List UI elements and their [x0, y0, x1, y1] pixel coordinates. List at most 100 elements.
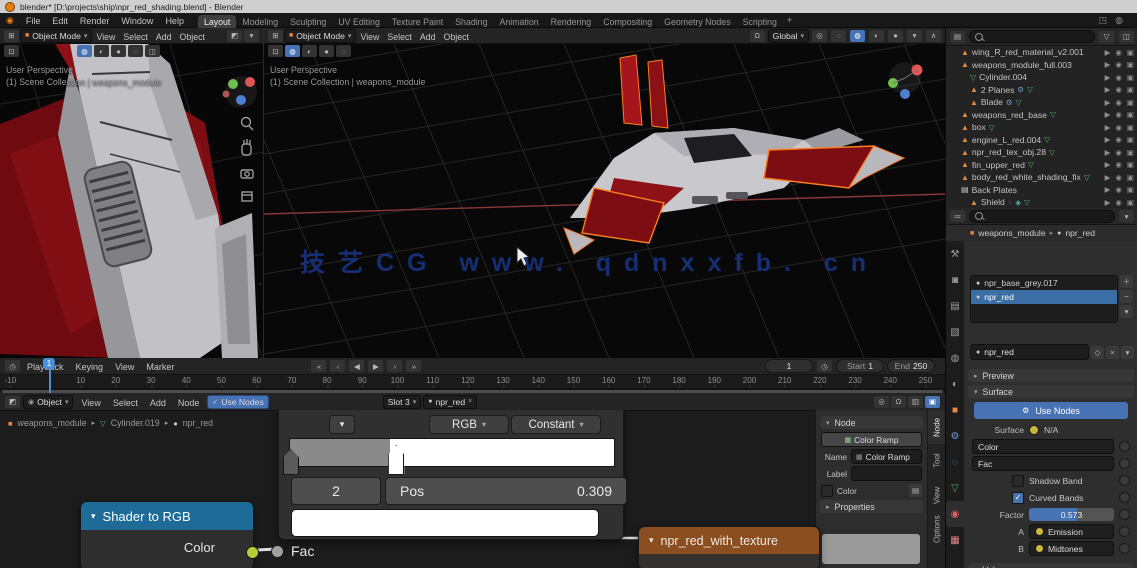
remove-slot-button[interactable]: −	[1120, 290, 1133, 303]
snap-icon[interactable]: Ω	[891, 395, 906, 408]
colorramp-interpolation-dropdown[interactable]: Constant ▾	[511, 415, 601, 434]
eye-icon[interactable]: ◉	[1115, 148, 1122, 157]
proportional-edit-icon[interactable]: ◎	[812, 29, 827, 42]
fac-socket[interactable]	[271, 544, 284, 558]
outliner-search-input[interactable]	[969, 30, 1095, 43]
animate-dot[interactable]	[1119, 475, 1130, 486]
animate-dot[interactable]	[1119, 441, 1130, 452]
colorramp-tools-dropdown[interactable]: ▾	[329, 415, 355, 434]
group-node[interactable]: ▾ npr_red_with_texture	[638, 526, 820, 568]
timeline-menu[interactable]: Marker	[146, 362, 174, 372]
shading-material-icon[interactable]: ◐	[869, 29, 884, 42]
eye-icon[interactable]: ◉	[1115, 198, 1122, 207]
curved-bands-checkbox[interactable]: ✓	[1012, 491, 1024, 504]
breadcrumb-object[interactable]: weapons_module	[978, 228, 1045, 238]
colorramp-fac-input[interactable]: Fac	[271, 543, 314, 559]
eye-icon[interactable]: ◉	[1115, 160, 1122, 169]
shading-solid-icon[interactable]: ◍	[77, 45, 92, 57]
editor-type-icon[interactable]: ⊞	[268, 29, 283, 42]
eye-icon[interactable]: ◉	[1115, 60, 1122, 69]
group-node-header[interactable]: ▾ npr_red_with_texture	[639, 527, 819, 554]
camera-icon[interactable]: ▣	[1127, 73, 1134, 82]
viewport-left[interactable]: ⊞ ■ Object Mode ▾ View Select Add Object ◩ ▾…	[0, 28, 264, 358]
outliner-row[interactable]: ▲ 2 Planes ⚙ ▽ ▶ ◉ ▣	[946, 84, 1137, 97]
properties-tab-output[interactable]: ▤	[946, 293, 964, 319]
filter-icon[interactable]: ▽	[1099, 30, 1114, 43]
camera-icon[interactable]: ▣	[1127, 148, 1134, 157]
select-icon[interactable]: ▶	[1105, 48, 1111, 57]
tab-rendering[interactable]: Rendering	[545, 15, 598, 28]
outliner-row[interactable]: ▲ Shield ◌ ◈ ▽ ▶ ◉ ▣	[946, 196, 1137, 208]
use-nodes-button[interactable]: ⚙ Use Nodes	[974, 402, 1128, 419]
frame-start-field[interactable]: Start 1	[836, 359, 884, 373]
factor-slider[interactable]: 0.573	[1029, 508, 1114, 521]
playback-button-0[interactable]: «	[311, 360, 327, 372]
shading-wire-icon[interactable]: ◌	[128, 45, 143, 57]
animate-dot[interactable]	[1119, 526, 1130, 537]
select-icon[interactable]: ▶	[1105, 173, 1111, 182]
timeline-menu[interactable]: View	[115, 362, 134, 372]
select-icon[interactable]: ▶	[1105, 98, 1111, 107]
outliner-display-mode-icon[interactable]: ▤	[950, 30, 965, 43]
gizmo-toggle-icon[interactable]: ⊡	[4, 45, 19, 57]
viewport-menu[interactable]: Add	[420, 32, 436, 42]
fac-input-field[interactable]: Fac	[972, 456, 1114, 471]
outliner-row[interactable]: ▲ engine_L_red.004 ▽ ▶ ◉ ▣	[946, 134, 1137, 147]
properties-tab-modifiers[interactable]: ⚙	[946, 423, 964, 449]
shader-menu[interactable]: Add	[150, 398, 166, 408]
properties-tab-object[interactable]: ■	[946, 397, 964, 423]
mode-dropdown[interactable]: ■ Object Mode ▾	[284, 28, 357, 43]
properties-tab-object-data[interactable]: ▽	[946, 475, 964, 501]
properties-search-input[interactable]	[969, 209, 1115, 223]
shader-editor-icon[interactable]: ◩	[5, 395, 20, 408]
outliner-row[interactable]: ▲ Blade ⚙ ▽ ▶ ◉ ▣	[946, 96, 1137, 109]
tool-select-icon[interactable]: ◍	[285, 45, 300, 57]
shadow-band-checkbox[interactable]	[1012, 474, 1024, 487]
material-slot-dropdown[interactable]: Slot 3 ▾	[382, 394, 422, 409]
colorramp-color-swatch[interactable]	[291, 509, 599, 537]
properties-options-icon[interactable]: ▾	[1119, 210, 1134, 222]
breadcrumb-item[interactable]: weapons_module	[18, 418, 87, 428]
tab-layout[interactable]: Layout	[197, 14, 237, 28]
tab-geometry-nodes[interactable]: Geometry Nodes	[658, 15, 737, 28]
properties-tab-view-layer[interactable]: ▧	[946, 319, 964, 345]
shading-wireframe-icon[interactable]: ◌	[831, 29, 846, 42]
tool-move-icon[interactable]: ●	[319, 45, 334, 57]
camera-icon[interactable]: ▣	[1127, 48, 1134, 57]
use-nodes-checkbox[interactable]: ✓ Use Nodes	[207, 394, 269, 409]
animate-dot[interactable]	[1119, 458, 1130, 469]
overlay-icon[interactable]: ▥	[908, 395, 923, 408]
colorramp-index-field[interactable]: 2	[291, 477, 381, 505]
eye-icon[interactable]: ◉	[1115, 110, 1122, 119]
shader-menu[interactable]: View	[81, 398, 100, 408]
select-icon[interactable]: ▶	[1105, 160, 1111, 169]
material-slot[interactable]: ● npr_base_grey.017	[971, 276, 1117, 290]
editor-type-icon[interactable]: ⊞	[4, 29, 19, 42]
eye-icon[interactable]: ◉	[1115, 85, 1122, 94]
collapse-icon[interactable]: ▾	[649, 535, 654, 546]
add-slot-button[interactable]: ＋	[1120, 275, 1133, 288]
topbar-menu[interactable]: Edit	[52, 16, 68, 26]
properties-tab-scene[interactable]: ◍	[946, 345, 964, 371]
shader-type-dropdown[interactable]: ◉ Object ▾	[23, 394, 74, 409]
select-icon[interactable]: ▶	[1105, 73, 1111, 82]
tab-uv-editing[interactable]: UV Editing	[332, 15, 386, 28]
preview-section[interactable]: ▸ Preview	[968, 369, 1134, 382]
mode-dropdown[interactable]: ■ Object Mode ▾	[20, 28, 93, 43]
animate-dot[interactable]	[1119, 543, 1130, 554]
frame-end-field[interactable]: End 250	[887, 359, 935, 373]
viewport-menu[interactable]: View	[96, 32, 115, 42]
add-workspace-button[interactable]: +	[787, 15, 792, 25]
viewport-center-render[interactable]	[264, 44, 945, 358]
playback-button-4[interactable]: ›	[387, 360, 403, 372]
properties-tab-texture[interactable]: ▦	[946, 527, 964, 553]
camera-icon[interactable]: ▣	[1127, 123, 1134, 132]
outliner[interactable]: ▤ ▽ ◫ ▲ wing_R_red_material_v2.001 ▶ ◉ ▣ ▲ wea…	[946, 28, 1137, 208]
outliner-row[interactable]: ▲ weapons_module_full.003 ▶ ◉ ▣	[946, 59, 1137, 72]
material-datablock[interactable]: ● npr_red ×	[423, 394, 478, 409]
timeline-menu[interactable]: Keying	[76, 362, 104, 372]
breadcrumb-material[interactable]: npr_red	[1065, 228, 1095, 238]
properties-editor-icon[interactable]: ≔	[950, 210, 965, 222]
playback-button-3[interactable]: ▶	[368, 360, 384, 372]
playback-button-2[interactable]: ◀	[349, 360, 365, 372]
